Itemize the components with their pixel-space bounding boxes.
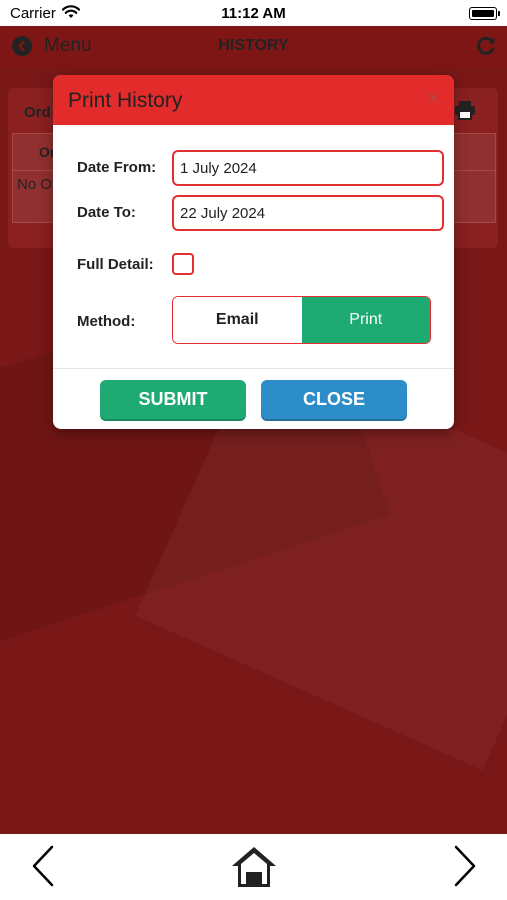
close-button[interactable]: CLOSE xyxy=(261,380,407,419)
dialog-divider xyxy=(53,368,454,369)
method-label: Method: xyxy=(77,313,136,330)
method-segmented-control: Email Print xyxy=(172,296,431,344)
card-title: Ord xyxy=(24,104,51,121)
chevron-right-icon[interactable] xyxy=(452,844,478,893)
bottom-toolbar xyxy=(0,834,507,900)
nav-bar: Menu HISTORY xyxy=(0,26,507,68)
page-title: HISTORY xyxy=(218,37,289,54)
status-bar: Carrier 11:12 AM xyxy=(0,0,507,26)
empty-message: No O xyxy=(17,176,53,193)
full-detail-label: Full Detail: xyxy=(77,256,154,273)
date-to-field[interactable] xyxy=(172,195,444,231)
dialog-title: Print History xyxy=(68,89,183,112)
chevron-left-icon[interactable] xyxy=(30,844,56,893)
date-to-label: Date To: xyxy=(77,204,136,221)
printer-icon[interactable] xyxy=(454,100,476,125)
battery-icon xyxy=(469,7,500,20)
home-icon[interactable] xyxy=(230,845,278,894)
print-history-dialog: Print History × Date From: Date To: Full… xyxy=(53,75,454,429)
refresh-icon[interactable] xyxy=(475,35,497,62)
close-icon[interactable]: × xyxy=(427,89,439,109)
submit-button[interactable]: SUBMIT xyxy=(100,380,246,419)
status-time: 11:12 AM xyxy=(221,5,286,22)
full-detail-checkbox[interactable] xyxy=(172,253,194,275)
date-from-label: Date From: xyxy=(77,159,157,176)
date-from-field[interactable] xyxy=(172,150,444,186)
method-option-email[interactable]: Email xyxy=(173,297,302,343)
dialog-header: Print History × xyxy=(53,75,454,125)
method-option-print[interactable]: Print xyxy=(301,297,430,343)
